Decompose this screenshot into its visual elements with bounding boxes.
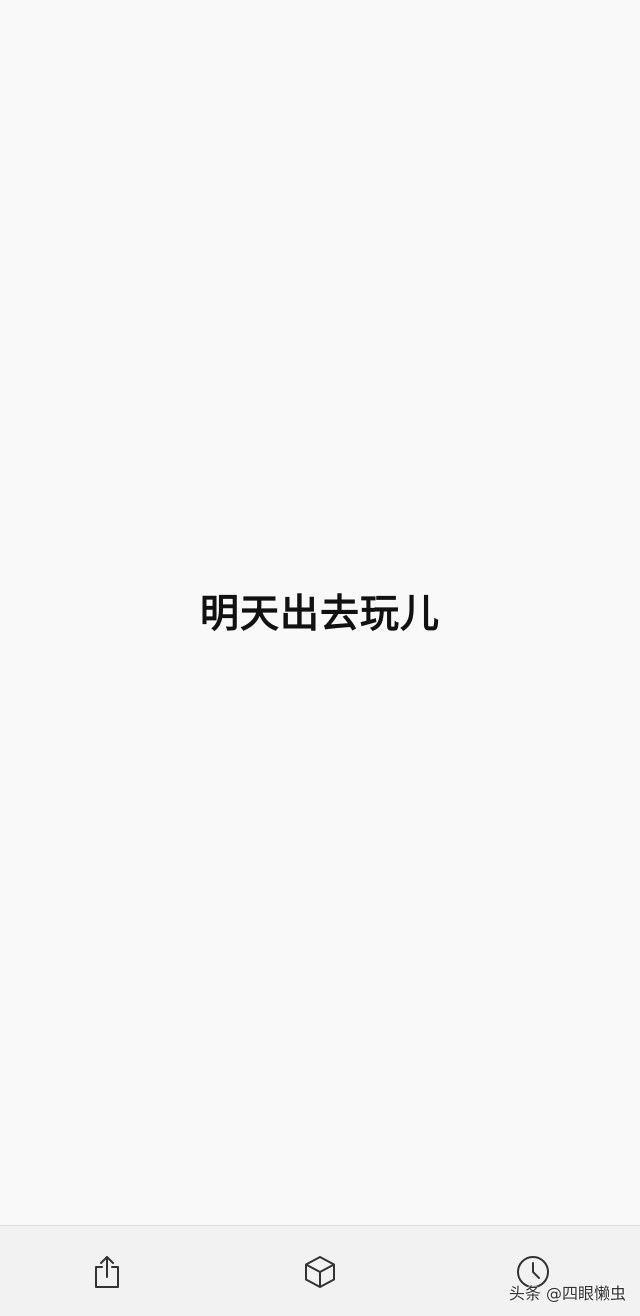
note-content-area: 明天出去玩儿 [0, 0, 640, 1225]
share-button[interactable] [85, 1248, 129, 1296]
note-text: 明天出去玩儿 [199, 592, 440, 637]
watermark-text: 头条 @四眼懒虫 [508, 1284, 626, 1303]
box-button[interactable] [298, 1248, 342, 1296]
cube-icon [304, 1255, 336, 1289]
bottom-toolbar: 头条 @四眼懒虫 [0, 1225, 640, 1316]
share-icon [92, 1255, 122, 1289]
